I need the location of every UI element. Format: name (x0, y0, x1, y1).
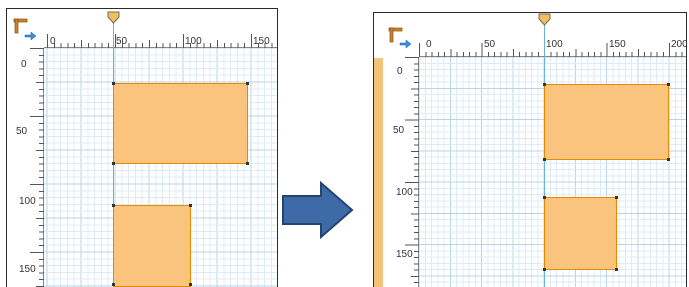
ruler-label-v-150: 150 (396, 249, 413, 260)
ruler-label-h-100: 100 (185, 36, 202, 47)
resize-handle[interactable] (543, 268, 546, 271)
resize-handle[interactable] (667, 158, 670, 161)
resize-handle[interactable] (112, 82, 115, 85)
resize-handle[interactable] (543, 196, 546, 199)
shape-rectangle-wide[interactable] (544, 84, 669, 160)
ruler-label-h-50: 50 (116, 36, 128, 47)
guide-marker-icon[interactable] (106, 11, 121, 25)
horizontal-ruler: 0 50 100 150 (44, 9, 277, 48)
ruler-label-v-100: 100 (396, 187, 413, 198)
resize-handle[interactable] (667, 83, 670, 86)
horizontal-ruler: 0 50 100 150 200 (419, 13, 686, 57)
ruler-label-v-100: 100 (19, 196, 36, 207)
resize-handle[interactable] (615, 196, 618, 199)
resize-handle[interactable] (543, 158, 546, 161)
resize-handle[interactable] (246, 162, 249, 165)
ruler-corner-icon[interactable] (7, 9, 44, 48)
shape-rectangle-square[interactable] (113, 205, 191, 287)
vertical-ruler: 0 50 100 150 (383, 57, 419, 287)
after-canvas-panel: 0 50 100 150 200 0 50 100 150 (373, 12, 687, 287)
ruler-label-v-50: 50 (393, 125, 405, 136)
vertical-ruler: 0 50 100 150 (7, 48, 44, 287)
ruler-label-h-0: 0 (50, 36, 56, 47)
ruler-label-h-50: 50 (484, 39, 496, 50)
ruler-label-h-150: 150 (253, 36, 270, 47)
ruler-label-h-0: 0 (426, 39, 432, 50)
right-arrow-icon (282, 181, 354, 239)
ruler-label-v-0: 0 (397, 66, 403, 77)
resize-handle[interactable] (112, 204, 115, 207)
ruler-label-h-100: 100 (546, 39, 563, 50)
ruler-corner[interactable] (7, 9, 44, 48)
ruler-label-v-150: 150 (19, 264, 36, 275)
resize-handle[interactable] (189, 204, 192, 207)
ruler-label-v-0: 0 (21, 59, 27, 70)
resize-handle[interactable] (112, 162, 115, 165)
shape-rectangle-square[interactable] (544, 197, 617, 270)
before-canvas-panel: 0 50 100 150 0 50 100 150 (6, 8, 278, 287)
resize-handle[interactable] (615, 268, 618, 271)
ruler-corner[interactable] (383, 13, 419, 57)
ruler-label-h-150: 150 (609, 39, 626, 50)
resize-handle[interactable] (543, 83, 546, 86)
ruler-label-v-50: 50 (16, 126, 28, 137)
ruler-label-h-200: 200 (671, 39, 687, 50)
guide-marker-icon[interactable] (537, 13, 552, 27)
ruler-corner-icon[interactable] (383, 13, 419, 57)
resize-handle[interactable] (246, 82, 249, 85)
shape-rectangle-wide[interactable] (113, 83, 248, 164)
